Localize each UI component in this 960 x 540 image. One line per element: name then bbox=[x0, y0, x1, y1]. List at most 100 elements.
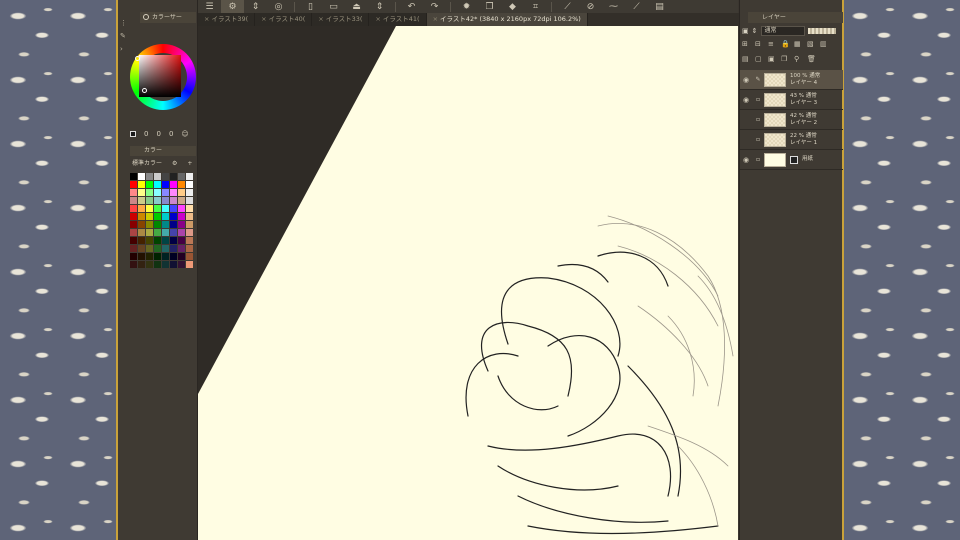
new-file-icon[interactable]: ▯ bbox=[299, 0, 322, 13]
layer-delete-icon[interactable]: 🗑 bbox=[807, 55, 820, 66]
palette-swatch[interactable] bbox=[154, 197, 161, 204]
palette-swatch[interactable] bbox=[130, 197, 137, 204]
eraser-icon[interactable]: ⊘ bbox=[579, 0, 602, 13]
palette-swatch[interactable] bbox=[138, 189, 145, 196]
layer-row[interactable]: ◉ ✎ 100 % 通常 レイヤー 4 bbox=[740, 70, 843, 90]
palette-swatch[interactable] bbox=[162, 221, 169, 228]
palette-swatch[interactable] bbox=[138, 197, 145, 204]
blend-mode-select[interactable]: 通常 bbox=[760, 25, 805, 36]
view-icon[interactable]: ◎ bbox=[267, 0, 290, 13]
palette-swatch[interactable] bbox=[186, 213, 193, 220]
redo-icon[interactable]: ↷ bbox=[423, 0, 446, 13]
palette-swatch[interactable] bbox=[138, 221, 145, 228]
palette-swatch[interactable] bbox=[154, 189, 161, 196]
tab-0[interactable]: × イラスト39( bbox=[198, 13, 256, 26]
palette-swatch[interactable] bbox=[186, 197, 193, 204]
tab-close-icon[interactable]: × bbox=[433, 15, 438, 23]
layer-mask-icon[interactable]: ⊞ bbox=[742, 40, 755, 51]
color-wheel-panel-header[interactable]: カラーサー bbox=[140, 12, 196, 23]
palette-swatch[interactable] bbox=[170, 229, 177, 236]
palette-swatch[interactable] bbox=[138, 173, 145, 180]
palette-swatch[interactable] bbox=[146, 261, 153, 268]
palette-swatch[interactable] bbox=[178, 205, 185, 212]
layer-row[interactable]: ◉ ▫ 用紙 bbox=[740, 150, 843, 170]
lock-slot-icon[interactable]: ▫ bbox=[752, 136, 764, 143]
palette-swatch[interactable] bbox=[154, 173, 161, 180]
copy-icon[interactable]: ❐ bbox=[478, 0, 501, 13]
palette-swatch[interactable] bbox=[162, 253, 169, 260]
layer-clip-icon[interactable]: ≡ bbox=[768, 40, 781, 51]
layer-adjust-icon[interactable]: ⇕ bbox=[752, 27, 758, 35]
palette-swatch[interactable] bbox=[186, 245, 193, 252]
palette-swatch[interactable] bbox=[170, 173, 177, 180]
palette-swatch[interactable] bbox=[146, 221, 153, 228]
layer-merge-icon[interactable]: ▥ bbox=[820, 40, 833, 51]
tab-1[interactable]: × イラスト40( bbox=[255, 13, 313, 26]
palette-swatch[interactable] bbox=[154, 261, 161, 268]
layer-lock-icon[interactable]: 🔒 bbox=[781, 40, 794, 51]
palette-swatch[interactable] bbox=[178, 173, 185, 180]
opacity-slider[interactable] bbox=[807, 27, 836, 34]
palette-swatch[interactable] bbox=[154, 237, 161, 244]
undo-icon[interactable]: ↶ bbox=[400, 0, 423, 13]
palette-swatch[interactable] bbox=[170, 213, 177, 220]
palette-swatch[interactable] bbox=[138, 205, 145, 212]
ruler-icon[interactable]: ▤ bbox=[648, 0, 671, 13]
layer-settings-icon[interactable]: ▣ bbox=[742, 27, 749, 35]
palette-swatch[interactable] bbox=[162, 197, 169, 204]
palette-swatch[interactable] bbox=[138, 237, 145, 244]
palette-swatch[interactable] bbox=[162, 173, 169, 180]
palette-swatch[interactable] bbox=[162, 261, 169, 268]
palette-swatch[interactable] bbox=[130, 173, 137, 180]
palette-swatch[interactable] bbox=[186, 261, 193, 268]
palette-swatch[interactable] bbox=[130, 189, 137, 196]
palette-swatch[interactable] bbox=[170, 245, 177, 252]
palette-swatch[interactable] bbox=[146, 189, 153, 196]
layer-panel-header[interactable]: レイヤー bbox=[748, 12, 843, 23]
lock-slot-icon[interactable]: ▫ bbox=[752, 156, 764, 163]
tab-close-icon[interactable]: × bbox=[204, 15, 209, 23]
chevron-updown-icon[interactable]: ⇕ bbox=[244, 0, 267, 13]
crop-icon[interactable]: ⌗ bbox=[524, 0, 547, 13]
palette-swatch[interactable] bbox=[162, 237, 169, 244]
tab-close-icon[interactable]: × bbox=[375, 15, 380, 23]
palette-swatch[interactable] bbox=[162, 213, 169, 220]
palette-swatch[interactable] bbox=[178, 253, 185, 260]
palette-swatch[interactable] bbox=[146, 197, 153, 204]
tool-select-icon[interactable]: ⚙ bbox=[221, 0, 244, 13]
palette-swatch[interactable] bbox=[178, 229, 185, 236]
palette-swatch[interactable] bbox=[154, 221, 161, 228]
palette-swatch[interactable] bbox=[146, 245, 153, 252]
brush-icon[interactable]: ✎ bbox=[120, 32, 128, 40]
eye-icon[interactable]: ◉ bbox=[740, 96, 752, 104]
palette-swatch[interactable] bbox=[162, 189, 169, 196]
save-icon[interactable]: ⏏ bbox=[345, 0, 368, 13]
palette-swatch[interactable] bbox=[130, 205, 137, 212]
palette-swatch[interactable] bbox=[154, 213, 161, 220]
color-set-panel-header[interactable]: カラー bbox=[130, 146, 196, 156]
tab-close-icon[interactable]: × bbox=[261, 15, 266, 23]
palette-swatch[interactable] bbox=[130, 221, 137, 228]
palette-swatch[interactable] bbox=[170, 181, 177, 188]
palette-swatch[interactable] bbox=[178, 221, 185, 228]
palette-swatch[interactable] bbox=[186, 189, 193, 196]
eye-icon[interactable]: ◉ bbox=[740, 76, 752, 84]
palette-swatch[interactable] bbox=[186, 173, 193, 180]
palette-swatch[interactable] bbox=[186, 237, 193, 244]
palette-swatch[interactable] bbox=[130, 229, 137, 236]
palette-swatch[interactable] bbox=[178, 261, 185, 268]
palette-swatch[interactable] bbox=[130, 237, 137, 244]
grip-icon[interactable]: ⋮ bbox=[120, 19, 128, 27]
palette-swatch[interactable] bbox=[162, 229, 169, 236]
new-raster-icon[interactable]: ▤ bbox=[742, 55, 755, 66]
palette-swatch[interactable] bbox=[178, 189, 185, 196]
tab-close-icon[interactable]: × bbox=[318, 15, 323, 23]
palette-swatch[interactable] bbox=[162, 205, 169, 212]
palette-swatch[interactable] bbox=[146, 229, 153, 236]
current-color-swatch[interactable] bbox=[130, 131, 136, 137]
layer-color-icon[interactable]: ▦ bbox=[794, 40, 807, 51]
palette-swatch[interactable] bbox=[178, 181, 185, 188]
palette-swatch[interactable] bbox=[146, 181, 153, 188]
palette-swatch[interactable] bbox=[130, 245, 137, 252]
smiley-icon[interactable]: ☺ bbox=[181, 130, 188, 138]
